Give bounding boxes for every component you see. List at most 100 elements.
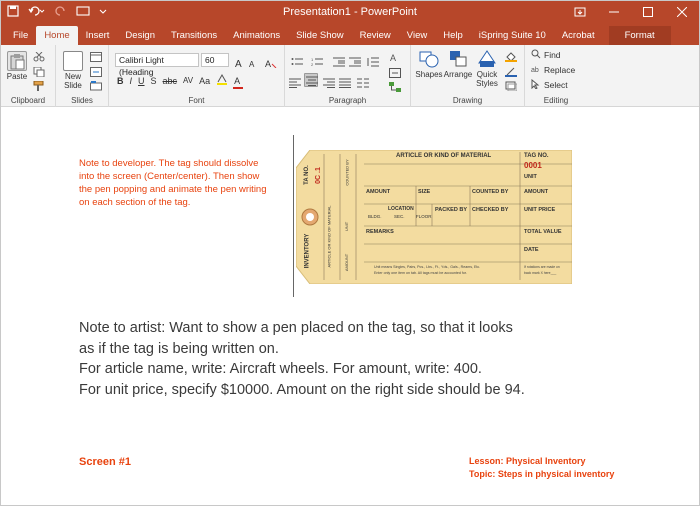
smartart-icon[interactable] xyxy=(389,79,401,92)
paragraph-group: 12 A Paragraph xyxy=(285,45,411,107)
change-case-button[interactable]: Aa xyxy=(199,76,210,86)
numbering-icon[interactable]: 12 xyxy=(311,54,323,67)
reset-icon[interactable] xyxy=(90,64,102,77)
clipboard-group-label: Clipboard xyxy=(10,96,46,105)
increase-indent-icon[interactable] xyxy=(349,54,361,67)
select-label: Select xyxy=(544,80,568,90)
tab-design[interactable]: Design xyxy=(117,26,163,45)
tab-home[interactable]: Home xyxy=(36,26,78,45)
paragraph-group-label: Paragraph xyxy=(328,96,367,105)
underline-button[interactable]: U xyxy=(138,76,145,86)
drawing-group-label: Drawing xyxy=(452,96,483,105)
tab-transitions[interactable]: Transitions xyxy=(163,26,225,45)
paste-button[interactable]: Paste xyxy=(5,51,29,81)
svg-text:A: A xyxy=(235,59,242,68)
shadow-button[interactable]: S xyxy=(151,76,157,86)
tab-review[interactable]: Review xyxy=(352,26,399,45)
align-left-icon[interactable] xyxy=(289,75,301,88)
section-icon[interactable] xyxy=(90,78,102,91)
developer-note: Note to developer. The tag should dissol… xyxy=(79,158,267,208)
highlight-icon[interactable] xyxy=(216,73,228,87)
minimize-icon[interactable] xyxy=(597,1,631,25)
copy-icon[interactable] xyxy=(33,64,45,78)
artist-note-line-4: For unit price, specify $10000. Amount o… xyxy=(79,381,525,398)
align-center-icon[interactable] xyxy=(304,73,318,87)
find-button[interactable]: Find xyxy=(531,49,561,61)
shrink-font-icon[interactable]: A xyxy=(249,55,261,69)
cut-icon[interactable] xyxy=(33,49,45,62)
replace-button[interactable]: ab Replace xyxy=(531,64,575,76)
select-icon xyxy=(531,78,541,91)
quick-styles-label-2: Styles xyxy=(476,79,498,88)
select-button[interactable]: Select xyxy=(531,78,568,91)
tab-ispring[interactable]: iSpring Suite 10 xyxy=(471,26,554,45)
tab-insert[interactable]: Insert xyxy=(78,26,118,45)
new-slide-button[interactable]: New Slide xyxy=(60,51,86,90)
clear-formatting-icon[interactable]: A xyxy=(265,55,277,69)
lesson-info: Lesson: Physical Inventory Topic: Steps … xyxy=(469,455,614,481)
svg-text:A: A xyxy=(249,60,255,68)
grow-font-icon[interactable]: A xyxy=(235,55,247,70)
line-spacing-icon[interactable] xyxy=(367,54,379,67)
font-group-label: Font xyxy=(188,96,205,105)
font-color-swatch-icon xyxy=(233,86,244,89)
font-group: Calibri Light (Heading 60 A A A B I U S … xyxy=(109,45,285,107)
font-size-value: 60 xyxy=(205,55,215,65)
tag-sec-label: SEC. xyxy=(394,214,405,219)
powerpoint-window: Presentation1 - PowerPoint File Home Ins… xyxy=(0,0,700,506)
stub-tag-number: 0C .1 xyxy=(314,167,322,184)
text-direction-icon[interactable]: A xyxy=(389,49,401,63)
tab-slide-show[interactable]: Slide Show xyxy=(288,26,352,45)
tab-format[interactable]: Format xyxy=(608,26,671,45)
italic-button[interactable]: I xyxy=(130,76,133,86)
close-icon[interactable] xyxy=(665,1,699,25)
artist-note-line-3: For article name, write: Aircraft wheels… xyxy=(79,361,482,377)
ribbon: Paste Clipboard New Slide Slides Calibri… xyxy=(1,45,699,107)
quick-styles-button[interactable]: Quick Styles xyxy=(473,49,501,88)
decrease-indent-icon[interactable] xyxy=(333,54,345,67)
tag-footer-line-1: Unit means Singles, Pairs, Pcs., Lbs., F… xyxy=(374,265,481,269)
slide-canvas[interactable]: Note to developer. The tag should dissol… xyxy=(1,108,699,505)
tag-location-label: LOCATION xyxy=(388,206,414,212)
align-right-icon[interactable] xyxy=(323,75,335,88)
shape-effects-icon[interactable] xyxy=(505,78,518,92)
tag-size-label: SIZE xyxy=(418,189,431,195)
columns-icon[interactable] xyxy=(357,75,369,88)
tab-animations[interactable]: Animations xyxy=(225,26,288,45)
tag-no-value: 0001 xyxy=(524,161,542,170)
tab-help[interactable]: Help xyxy=(435,26,471,45)
font-color-button[interactable]: A xyxy=(233,76,244,89)
title-bar: Presentation1 - PowerPoint xyxy=(1,1,699,25)
layout-icon[interactable] xyxy=(90,49,102,62)
shapes-button[interactable]: Shapes xyxy=(415,49,443,79)
bold-button[interactable]: B xyxy=(117,76,124,86)
shape-outline-icon[interactable] xyxy=(505,64,517,77)
font-name-combo[interactable]: Calibri Light (Heading xyxy=(115,53,199,77)
artist-note-line-1: Note to artist: Want to show a pen place… xyxy=(79,320,513,336)
stub-tag-no: TA NO. xyxy=(303,165,310,185)
shape-fill-icon[interactable] xyxy=(505,49,517,62)
strikethrough-button[interactable]: abc xyxy=(163,76,178,86)
ribbon-display-icon[interactable] xyxy=(563,1,597,25)
new-slide-label-1: New xyxy=(64,72,81,81)
arrange-button[interactable]: Arrange xyxy=(443,49,473,79)
tag-footer-right-1: If rotations are made on xyxy=(524,265,560,269)
slides-group-label: Slides xyxy=(71,96,93,105)
tag-footer-line-2: Enter only one item on tab. All tags mus… xyxy=(374,271,467,275)
stub-inventory: INVENTORY xyxy=(304,233,311,269)
divider-line xyxy=(293,135,294,297)
bullets-icon[interactable] xyxy=(291,54,303,65)
character-spacing-button[interactable]: AV xyxy=(183,76,193,85)
window-controls xyxy=(563,1,699,25)
format-painter-icon[interactable] xyxy=(33,78,45,91)
tab-view[interactable]: View xyxy=(399,26,435,45)
font-size-combo[interactable]: 60 xyxy=(201,53,229,67)
maximize-icon[interactable] xyxy=(631,1,665,25)
justify-icon[interactable] xyxy=(339,75,351,88)
tab-acrobat[interactable]: Acrobat xyxy=(554,26,603,45)
tab-file[interactable]: File xyxy=(5,26,36,45)
stub-unit: UNIT xyxy=(344,221,350,232)
tag-date-label: DATE xyxy=(524,247,539,253)
lesson-title: Lesson: Physical Inventory xyxy=(469,456,586,466)
align-text-icon[interactable] xyxy=(389,65,401,78)
